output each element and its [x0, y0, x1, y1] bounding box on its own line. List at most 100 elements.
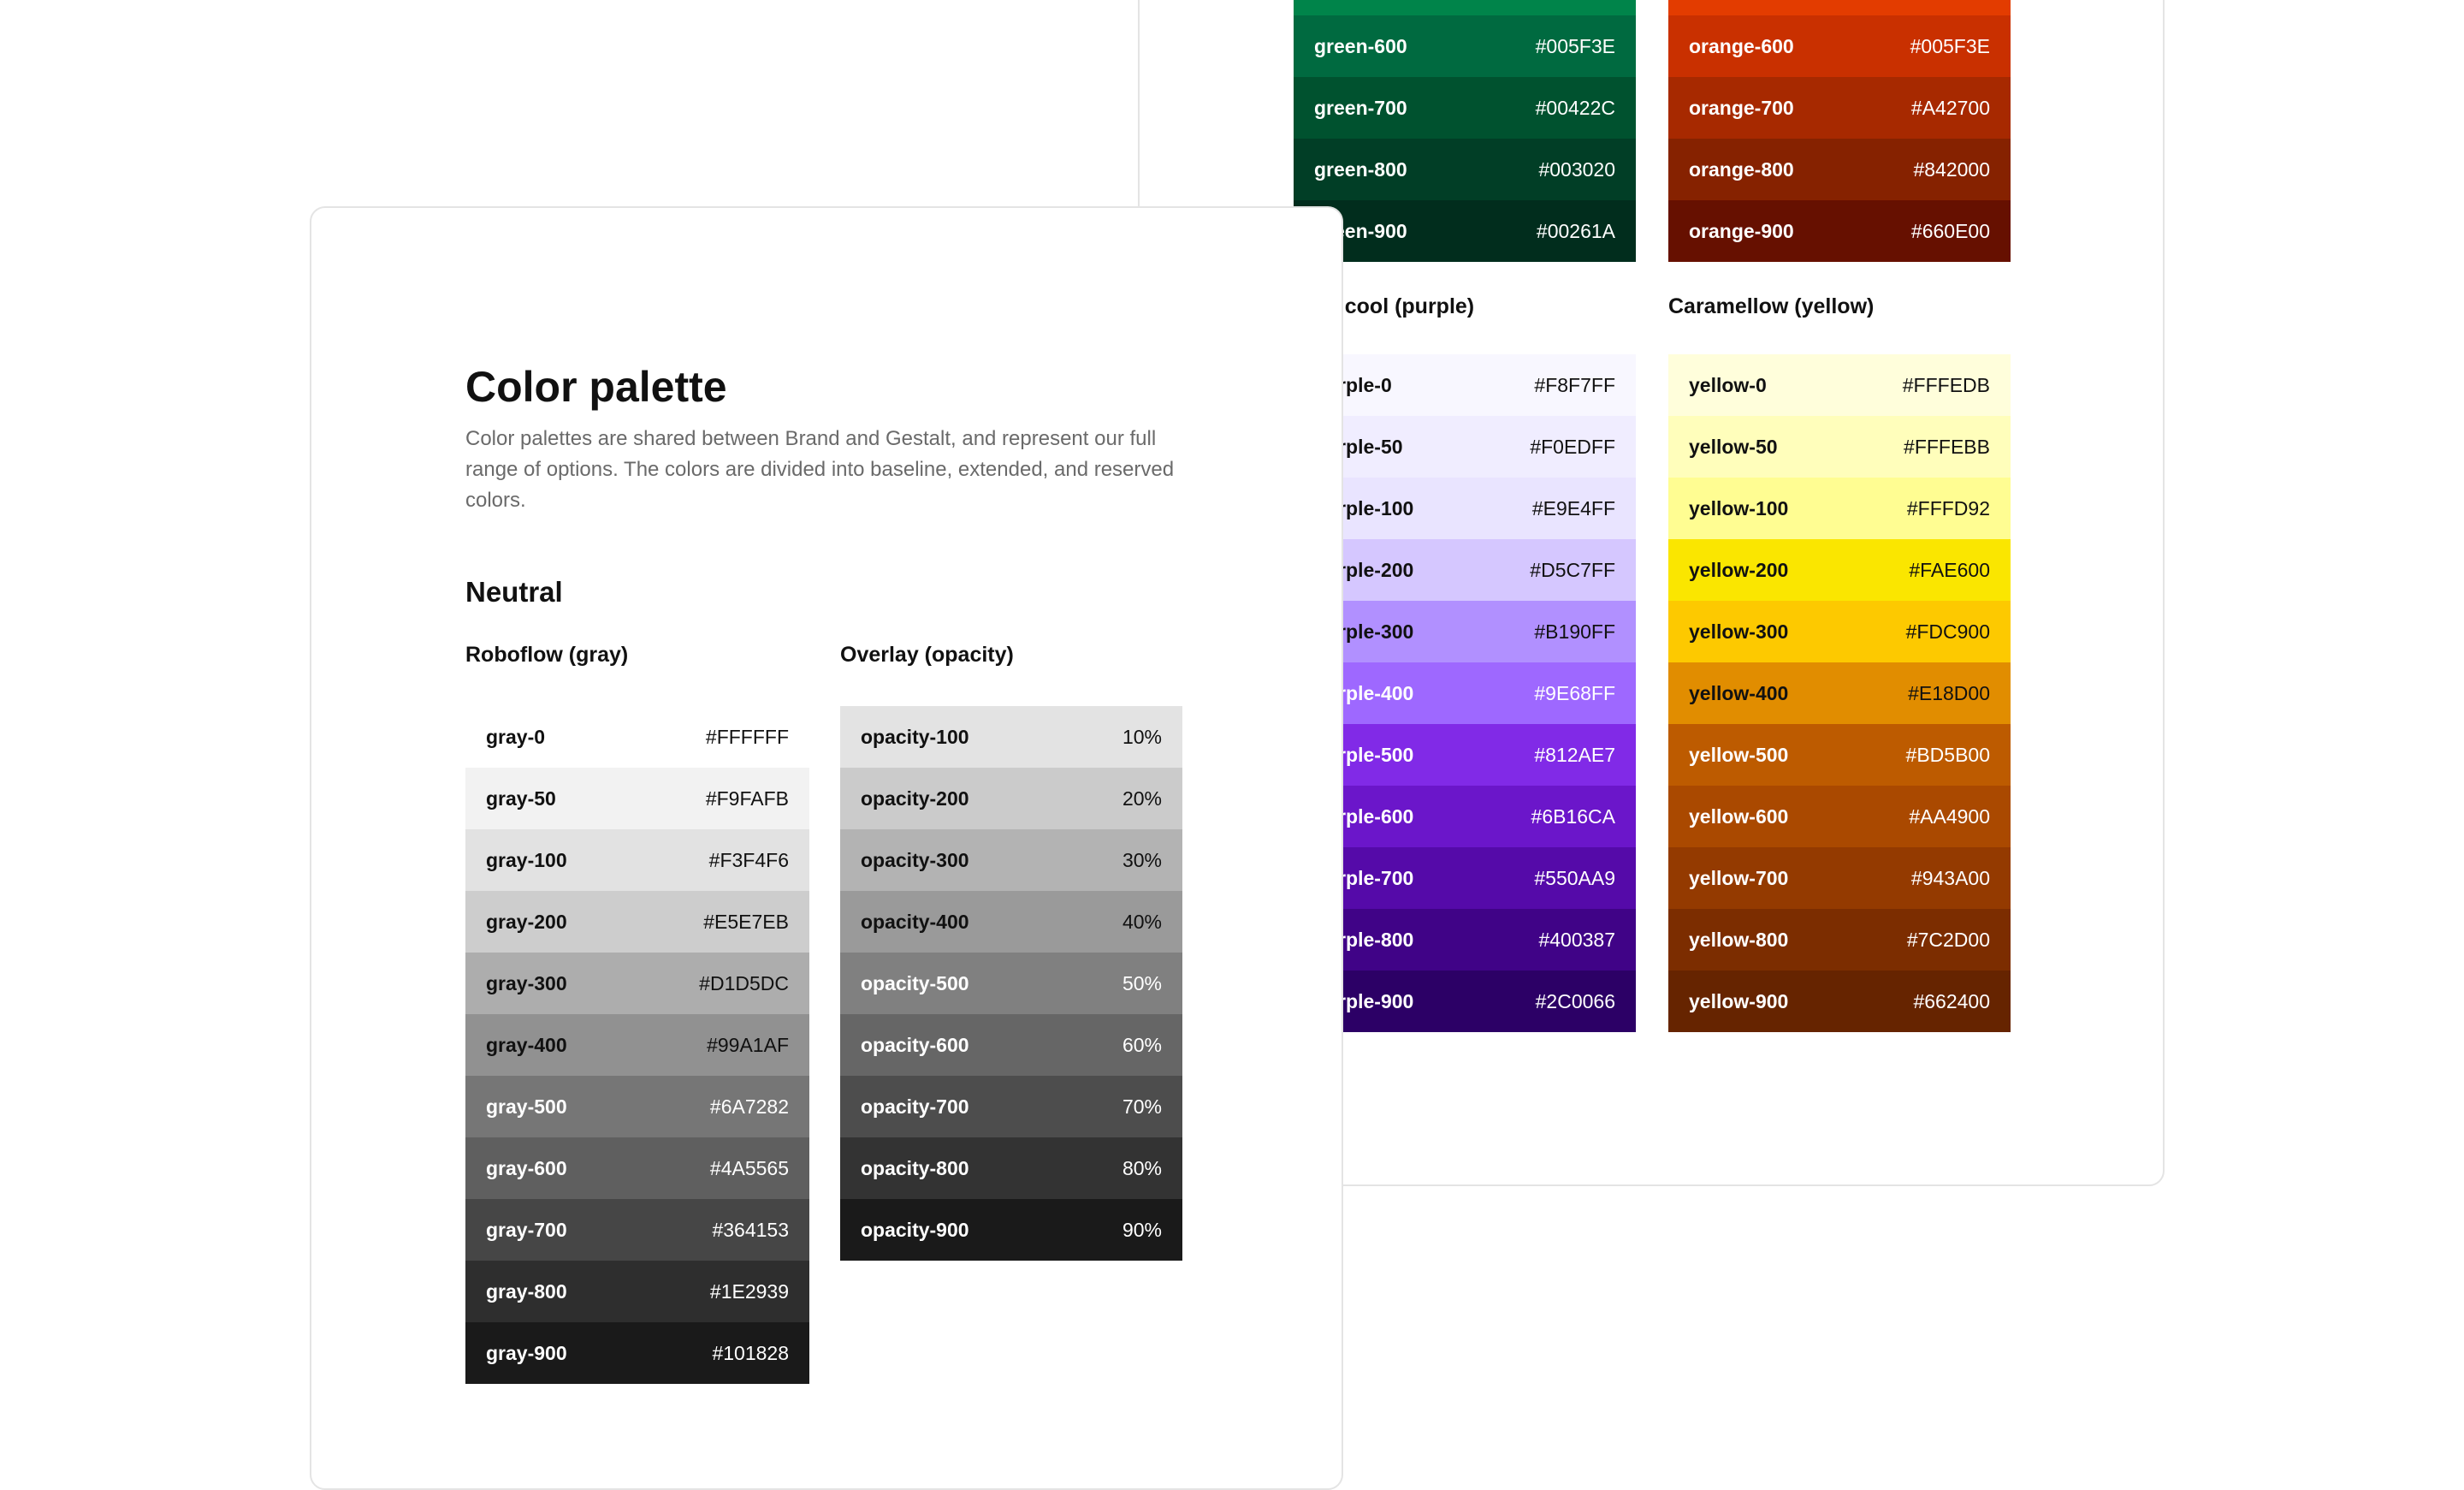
opacity-400-swatch: opacity-400 40% [840, 891, 1182, 953]
orange-500-swatch-edge [1668, 0, 2011, 15]
swatch-name: gray-300 [486, 971, 567, 994]
swatch-value: 60% [1122, 1033, 1162, 1056]
swatch-value: #FFFEDB [1902, 373, 1990, 396]
opacity-200-swatch: opacity-200 20% [840, 768, 1182, 829]
swatch-name: opacity-300 [861, 848, 969, 871]
swatch-name: gray-100 [486, 848, 567, 871]
gray-200-swatch: gray-200 #E5E7EB [465, 891, 809, 953]
swatch-value: #D1D5DC [699, 971, 789, 994]
yellow-700-swatch: yellow-700 #943A00 [1668, 847, 2011, 909]
opacity-600-swatch: opacity-600 60% [840, 1014, 1182, 1076]
gray-900-swatch: gray-900 #101828 [465, 1322, 809, 1384]
swatch-value: #400387 [1538, 928, 1615, 951]
orange-900-swatch: orange-900 #660E00 [1668, 200, 2011, 262]
gray-600-swatch: gray-600 #4A5565 [465, 1137, 809, 1199]
swatch-name: gray-800 [486, 1279, 567, 1303]
gray-500-swatch: gray-500 #6A7282 [465, 1076, 809, 1137]
swatch-value: 50% [1122, 971, 1162, 994]
yellow-group-label: Caramellow (yellow) [1668, 294, 1875, 318]
swatch-name: yellow-300 [1689, 620, 1789, 643]
purple-600-swatch: purple-600 #6B16CA [1294, 786, 1636, 847]
opacity-500-swatch: opacity-500 50% [840, 953, 1182, 1014]
swatch-value: #2C0066 [1535, 989, 1615, 1012]
yellow-600-swatch: yellow-600 #AA4900 [1668, 786, 2011, 847]
purple-400-swatch: purple-400 #9E68FF [1294, 662, 1636, 724]
gray-group-label: Roboflow (gray) [465, 643, 629, 667]
swatch-value: #FFFFFF [705, 725, 789, 748]
swatch-name: opacity-900 [861, 1218, 969, 1241]
yellow-50-swatch: yellow-50 #FFFEBB [1668, 416, 2011, 478]
swatch-value: #1E2939 [709, 1279, 789, 1303]
purple-300-swatch: purple-300 #B190FF [1294, 601, 1636, 662]
yellow-800-swatch: yellow-800 #7C2D00 [1668, 909, 2011, 971]
swatch-name: gray-400 [486, 1033, 567, 1056]
purple-800-swatch: purple-800 #400387 [1294, 909, 1636, 971]
swatch-name: yellow-600 [1689, 804, 1789, 828]
swatch-name: yellow-0 [1689, 373, 1767, 396]
gray-300-swatch: gray-300 #D1D5DC [465, 953, 809, 1014]
swatch-value: #7C2D00 [1906, 928, 1990, 951]
swatch-value: #FDC900 [1905, 620, 1990, 643]
green-swatch-list: green-600 #005F3E green-700 #00422C green-80… [1294, 15, 1636, 262]
swatch-name: opacity-100 [861, 725, 969, 748]
swatch-name: gray-600 [486, 1156, 567, 1179]
purple-500-swatch: purple-500 #812AE7 [1294, 724, 1636, 786]
swatch-value: #943A00 [1910, 866, 1990, 889]
yellow-400-swatch: yellow-400 #E18D00 [1668, 662, 2011, 724]
yellow-0-swatch: yellow-0 #FFFEDB [1668, 354, 2011, 416]
swatch-name: opacity-500 [861, 971, 969, 994]
yellow-100-swatch: yellow-100 #FFFD92 [1668, 478, 2011, 539]
green-500-swatch-edge [1294, 0, 1636, 15]
green-900-swatch: green-900 #00261A [1294, 200, 1636, 262]
yellow-500-swatch: yellow-500 #BD5B00 [1668, 724, 2011, 786]
swatch-name: gray-200 [486, 910, 567, 933]
swatch-value: 30% [1122, 848, 1162, 871]
swatch-value: #BD5B00 [1905, 743, 1990, 766]
swatch-name: orange-800 [1689, 157, 1794, 181]
swatch-value: #00261A [1536, 219, 1615, 242]
swatch-value: #6A7282 [709, 1095, 789, 1118]
opacity-900-swatch: opacity-900 90% [840, 1199, 1182, 1261]
swatch-value: 40% [1122, 910, 1162, 933]
swatch-name: yellow-900 [1689, 989, 1789, 1012]
swatch-name: opacity-800 [861, 1156, 969, 1179]
swatch-value: 80% [1122, 1156, 1162, 1179]
opacity-300-swatch: opacity-300 30% [840, 829, 1182, 891]
purple-900-swatch: purple-900 #2C0066 [1294, 971, 1636, 1032]
orange-600-swatch: orange-600 #005F3E [1668, 15, 2011, 77]
swatch-name: yellow-800 [1689, 928, 1789, 951]
swatch-name: opacity-700 [861, 1095, 969, 1118]
section-title-neutral: Neutral [465, 576, 563, 608]
yellow-200-swatch: yellow-200 #FAE600 [1668, 539, 2011, 601]
swatch-value: #101828 [712, 1341, 789, 1364]
purple-100-swatch: purple-100 #E9E4FF [1294, 478, 1636, 539]
swatch-name: green-700 [1314, 96, 1407, 119]
green-700-swatch: green-700 #00422C [1294, 77, 1636, 139]
swatch-value: #99A1AF [707, 1033, 789, 1056]
page-title: Color palette [465, 363, 727, 411]
swatch-value: #550AA9 [1534, 866, 1615, 889]
swatch-value: #F0EDFF [1530, 435, 1615, 458]
gray-400-swatch: gray-400 #99A1AF [465, 1014, 809, 1076]
swatch-name: yellow-700 [1689, 866, 1789, 889]
color-palette-card: Color palette Color palettes are shared … [310, 206, 1343, 1490]
green-600-swatch: green-600 #005F3E [1294, 15, 1636, 77]
swatch-name: yellow-500 [1689, 743, 1789, 766]
orange-700-swatch: orange-700 #A42700 [1668, 77, 2011, 139]
swatch-value: #A42700 [1910, 96, 1990, 119]
page-description: Color palettes are shared between Brand … [465, 427, 1175, 512]
swatch-name: yellow-50 [1689, 435, 1778, 458]
purple-0-swatch: purple-0 #F8F7FF [1294, 354, 1636, 416]
swatch-name: opacity-400 [861, 910, 969, 933]
swatch-value: #005F3E [1910, 34, 1990, 57]
swatch-value: 90% [1122, 1218, 1162, 1241]
swatch-value: #4A5565 [709, 1156, 789, 1179]
gray-0-swatch: gray-0 #FFFFFF [465, 706, 809, 768]
swatch-value: #E9E4FF [1531, 496, 1615, 519]
swatch-value: #6B16CA [1531, 804, 1615, 828]
swatch-value: #660E00 [1910, 219, 1990, 242]
opacity-swatch-list: opacity-100 10% opacity-200 20% opacity-300 3… [840, 706, 1182, 1261]
purple-swatch-list: purple-0 #F8F7FF purple-50 #F0EDFF purple-10… [1294, 354, 1636, 1032]
yellow-300-swatch: yellow-300 #FDC900 [1668, 601, 2011, 662]
swatch-name: gray-900 [486, 1341, 567, 1364]
